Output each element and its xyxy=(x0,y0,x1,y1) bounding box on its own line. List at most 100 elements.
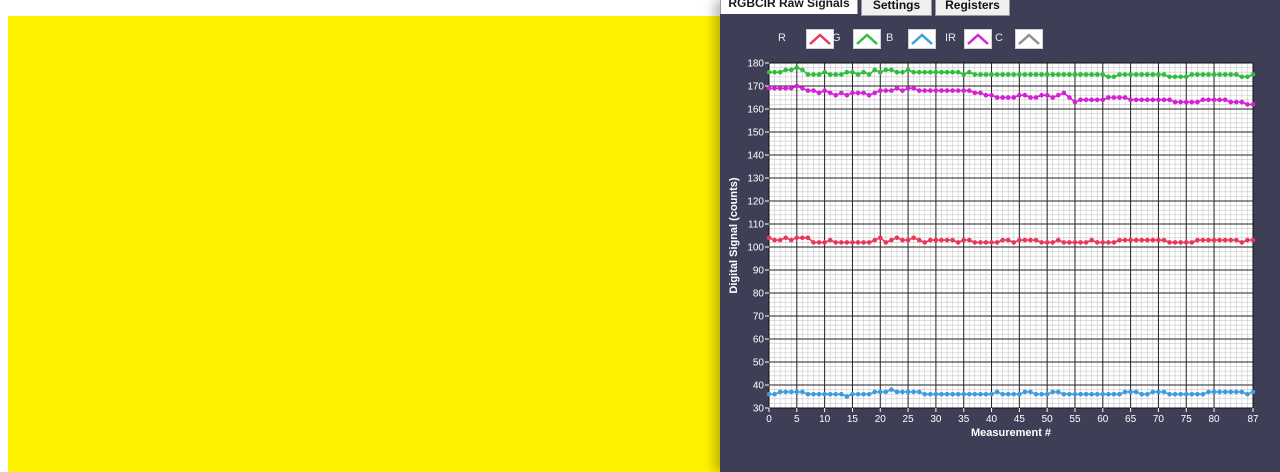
data-point xyxy=(1200,97,1206,103)
data-point xyxy=(1239,99,1245,105)
x-tick-label: 45 xyxy=(1014,414,1026,425)
data-point xyxy=(827,90,833,96)
data-point xyxy=(772,69,777,75)
data-point xyxy=(1167,240,1172,245)
data-point xyxy=(894,389,900,395)
data-point xyxy=(983,92,989,98)
data-point xyxy=(1133,97,1139,103)
data-point xyxy=(983,72,989,77)
data-point xyxy=(822,69,827,75)
data-point xyxy=(772,391,777,397)
data-point xyxy=(1122,237,1128,243)
data-point xyxy=(877,389,883,395)
data-point xyxy=(1139,97,1145,103)
data-point xyxy=(1239,240,1245,245)
data-point xyxy=(1089,391,1094,397)
data-point xyxy=(1050,389,1056,395)
data-point xyxy=(966,391,972,397)
data-point xyxy=(1228,389,1234,395)
tab-registers[interactable]: Registers xyxy=(935,0,1010,16)
data-point xyxy=(1222,389,1228,395)
data-point xyxy=(1150,97,1156,103)
data-point xyxy=(800,235,805,241)
data-point xyxy=(1061,391,1067,397)
x-tick-label: 5 xyxy=(794,414,800,425)
data-point xyxy=(822,240,827,245)
data-point xyxy=(1122,72,1128,77)
data-point xyxy=(833,72,839,77)
data-point xyxy=(1156,72,1161,77)
data-point xyxy=(1161,72,1167,77)
data-point xyxy=(972,72,978,77)
line-sample-icon[interactable] xyxy=(964,29,992,49)
data-point xyxy=(1211,237,1217,243)
legend-label: C xyxy=(995,32,1003,44)
data-point xyxy=(1178,391,1183,397)
line-sample-icon[interactable] xyxy=(908,29,936,49)
data-point xyxy=(911,69,916,75)
data-point xyxy=(911,235,916,241)
data-point xyxy=(827,237,833,243)
signals-panel: RGBCIR Raw Signals Settings Registers R … xyxy=(720,0,1280,472)
data-point xyxy=(966,237,972,243)
data-point xyxy=(1100,72,1106,77)
data-point xyxy=(1167,74,1172,80)
data-point xyxy=(1206,237,1211,243)
data-point xyxy=(944,237,950,243)
data-point xyxy=(1033,95,1039,100)
data-point xyxy=(994,72,1000,77)
data-point xyxy=(1178,74,1183,80)
line-sample-icon[interactable] xyxy=(806,29,834,49)
data-point xyxy=(1250,102,1256,107)
data-point xyxy=(766,86,772,91)
data-point xyxy=(1161,97,1167,103)
data-point xyxy=(1217,389,1222,395)
line-sample-icon[interactable] xyxy=(853,29,881,49)
data-point xyxy=(1144,237,1150,243)
x-tick-label: 70 xyxy=(1153,414,1165,425)
data-point xyxy=(839,90,844,96)
data-point xyxy=(872,90,878,96)
x-tick-label: 87 xyxy=(1247,414,1259,425)
data-point xyxy=(1050,240,1056,245)
data-point xyxy=(1039,240,1044,245)
data-point xyxy=(772,86,777,91)
data-point xyxy=(794,65,800,70)
top-strip xyxy=(0,0,720,16)
data-point xyxy=(788,86,794,91)
x-tick-label: 60 xyxy=(1097,414,1109,425)
data-point xyxy=(1183,99,1189,105)
data-point xyxy=(788,389,794,395)
legend-label: G xyxy=(832,32,841,44)
y-tick-label: 60 xyxy=(753,335,765,346)
data-point xyxy=(1111,391,1117,397)
tab-settings[interactable]: Settings xyxy=(861,0,932,16)
data-point xyxy=(788,67,794,73)
data-point xyxy=(989,72,994,77)
data-point xyxy=(783,67,788,73)
data-point xyxy=(1028,237,1033,243)
data-point xyxy=(939,237,944,243)
data-point xyxy=(1161,237,1167,243)
data-point xyxy=(1072,240,1078,245)
data-point xyxy=(961,72,967,77)
line-sample-icon[interactable] xyxy=(1015,29,1043,49)
data-point xyxy=(844,394,850,399)
data-point xyxy=(783,389,788,395)
y-tick-label: 170 xyxy=(747,82,764,93)
data-point xyxy=(994,95,1000,100)
data-point xyxy=(1089,72,1094,77)
data-point xyxy=(1217,72,1222,77)
data-point xyxy=(894,69,900,75)
x-axis-title: Measurement # xyxy=(971,427,1051,439)
y-tick-label: 80 xyxy=(753,289,765,300)
data-point xyxy=(1017,92,1022,98)
data-point xyxy=(944,69,950,75)
tab-rgbcir-raw-signals[interactable]: RGBCIR Raw Signals xyxy=(720,0,858,14)
data-point xyxy=(1011,391,1017,397)
data-point xyxy=(1100,391,1106,397)
data-point xyxy=(944,391,950,397)
data-point xyxy=(928,391,933,397)
y-tick-label: 100 xyxy=(747,243,764,254)
data-point xyxy=(1250,389,1256,395)
